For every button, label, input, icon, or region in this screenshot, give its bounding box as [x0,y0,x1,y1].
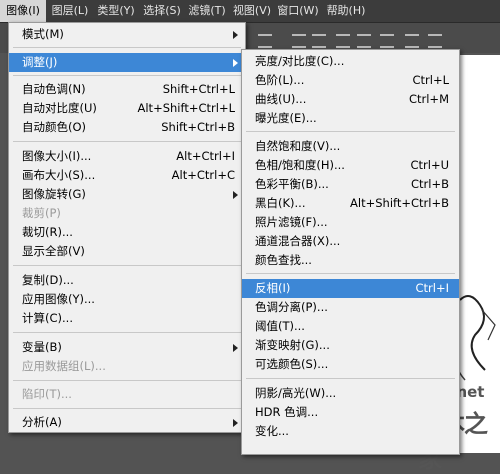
submenu-arrow-icon [233,419,238,427]
menu-item-auto-contrast[interactable]: 自动对比度(U) Alt+Shift+Ctrl+L [9,99,245,118]
menu-separator [13,141,241,142]
distribute-left-icon[interactable] [405,34,419,48]
menu-item-image-rotation[interactable]: 图像旋转(G) [9,185,245,204]
menu-item-threshold[interactable]: 阈值(T)... [242,317,459,336]
submenu-arrow-icon [233,59,238,67]
menu-item-trim[interactable]: 裁切(R)... [9,223,245,242]
align-bottom-icon[interactable] [312,34,326,48]
menu-item-black-white[interactable]: 黑白(K)... Alt+Shift+Ctrl+B [242,194,459,213]
submenu-arrow-icon [233,344,238,352]
menu-item-auto-tone[interactable]: 自动色调(N) Shift+Ctrl+L [9,80,245,99]
menu-separator [13,75,241,76]
menu-item-gradient-map[interactable]: 渐变映射(G)... [242,336,459,355]
submenu-arrow-icon [233,191,238,199]
menu-help[interactable]: 帮助(H) [324,0,368,22]
menu-item-image-size[interactable]: 图像大小(I)... Alt+Ctrl+I [9,147,245,166]
menu-filter[interactable]: 滤镜(T) [185,0,229,22]
align-top-icon[interactable] [258,34,272,48]
menu-separator [246,131,455,132]
menu-item-variables[interactable]: 变量(B) [9,338,245,357]
menu-item-apply-data-set: 应用数据组(L)... [22,359,106,373]
menu-item-calculations[interactable]: 计算(C)... [9,309,245,328]
menu-separator [13,47,241,48]
image-menu-dropdown: 模式(M) 调整(J) 自动色调(N) Shift+Ctrl+L 自动对比度(U… [8,22,246,433]
menu-item-shadows-highlights[interactable]: 阴影/高光(W)... [242,384,459,403]
menu-item-vibrance[interactable]: 自然饱和度(V)... [242,137,459,156]
menu-item-brightness-contrast[interactable]: 亮度/对比度(C)... [242,52,459,71]
menu-item-hdr-toning[interactable]: HDR 色调... [242,403,459,422]
distribute-hcenter-icon[interactable] [428,34,442,48]
menu-item-auto-color[interactable]: 自动颜色(O) Shift+Ctrl+B [9,118,245,137]
menu-item-photo-filter[interactable]: 照片滤镜(F)... [242,213,459,232]
menu-item-analysis[interactable]: 分析(A) [9,413,245,432]
menu-image[interactable]: 图像(I) [0,0,46,22]
menu-item-variations[interactable]: 变化... [242,422,459,441]
adjustments-submenu: 亮度/对比度(C)... 色阶(L)... Ctrl+L 曲线(U)... Ct… [241,49,460,455]
menu-item-duplicate[interactable]: 复制(D)... [9,271,245,290]
distribute-top-icon[interactable] [336,34,350,48]
menu-item-trap: 陷印(T)... [22,387,72,401]
menu-item-hue-saturation[interactable]: 色相/饱和度(H)... Ctrl+U [242,156,459,175]
menu-item-crop: 裁剪(P) [22,206,61,220]
menu-item-apply-image[interactable]: 应用图像(Y)... [9,290,245,309]
menu-separator [13,408,241,409]
menu-item-posterize[interactable]: 色调分离(P)... [242,298,459,317]
align-vcenter-icon[interactable] [292,34,306,48]
menu-item-channel-mixer[interactable]: 通道混合器(X)... [242,232,459,251]
menu-layer[interactable]: 图层(L) [48,0,92,22]
menu-item-color-lookup[interactable]: 颜色查找... [242,251,459,270]
menu-separator [13,380,241,381]
menu-item-levels[interactable]: 色阶(L)... Ctrl+L [242,71,459,90]
menu-item-selective-color[interactable]: 可选颜色(S)... [242,355,459,374]
menu-separator [13,332,241,333]
distribute-bottom-icon[interactable] [380,34,394,48]
menu-separator [246,378,455,379]
menu-separator [13,265,241,266]
menu-select[interactable]: 选择(S) [140,0,184,22]
menu-item-canvas-size[interactable]: 画布大小(S)... Alt+Ctrl+C [9,166,245,185]
menu-item-adjust[interactable]: 调整(J) [9,53,245,72]
menu-type[interactable]: 类型(Y) [94,0,138,22]
submenu-arrow-icon [233,31,238,39]
menu-separator [246,273,455,274]
menu-item-color-balance[interactable]: 色彩平衡(B)... Ctrl+B [242,175,459,194]
menu-item-exposure[interactable]: 曝光度(E)... [242,109,459,128]
menu-item-curves[interactable]: 曲线(U)... Ctrl+M [242,90,459,109]
menu-item-reveal-all[interactable]: 显示全部(V) [9,242,245,261]
menu-window[interactable]: 窗口(W) [276,0,320,22]
menu-view[interactable]: 视图(V) [230,0,274,22]
menu-item-mode[interactable]: 模式(M) [9,25,245,44]
menu-bar: 图像(I) 图层(L) 类型(Y) 选择(S) 滤镜(T) 视图(V) 窗口(W… [0,0,500,23]
menu-item-invert[interactable]: 反相(I) Ctrl+I [242,279,459,298]
distribute-vcenter-icon[interactable] [357,34,371,48]
